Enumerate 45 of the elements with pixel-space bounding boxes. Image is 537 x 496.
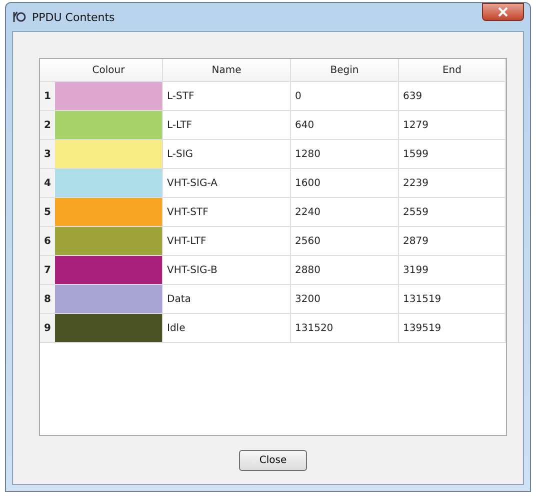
table-cell: 1280	[295, 148, 320, 160]
row-number: 5	[40, 198, 55, 226]
table-cell: 640	[295, 120, 314, 130]
table-cell: L-STF	[167, 90, 194, 102]
row-number: 8	[40, 285, 55, 313]
table-cell: L-SIG	[167, 148, 194, 160]
table-cell: VHT-SIG-B	[167, 264, 218, 276]
table-cell: VHT-SIG-A	[167, 178, 218, 188]
column-header[interactable]: Begin	[291, 59, 399, 81]
table-cell: 2560	[295, 236, 320, 246]
table-cell: 1600	[295, 178, 320, 188]
window-title: PPDU Contents	[32, 10, 116, 24]
close-button[interactable]	[482, 3, 524, 21]
column-header[interactable]: Name	[163, 59, 291, 81]
table-cell: 2559	[403, 206, 428, 218]
table-cell: Data	[167, 294, 191, 304]
table-cell: 3199	[403, 264, 428, 276]
table-cell: 2239	[403, 178, 428, 188]
table-cell: VHT-STF	[167, 206, 208, 218]
table-cell: 1599	[403, 148, 428, 160]
row-number: 7	[40, 256, 55, 284]
close-icon	[498, 7, 508, 17]
row-number: 2	[40, 111, 55, 139]
table-cell: VHT-LTF	[167, 236, 206, 246]
row-number: 4	[40, 169, 55, 197]
app-icon	[12, 10, 26, 24]
table-cell: 3200	[295, 294, 320, 304]
row-number: 9	[40, 314, 55, 342]
column-header[interactable]: End	[399, 59, 506, 81]
table-cell: 139519	[403, 322, 442, 334]
close-dialog-button[interactable]: Close	[239, 450, 307, 470]
table-cell: 0	[295, 90, 302, 102]
row-number: 1	[40, 82, 55, 110]
row-number: 6	[40, 227, 55, 255]
column-header[interactable]: Colour	[55, 59, 163, 81]
table-cell: L-LTF	[167, 120, 192, 130]
table-cell: 639	[403, 90, 422, 102]
row-number: 3	[40, 140, 55, 168]
table-cell: 1279	[403, 120, 428, 130]
table-cell: Idle	[167, 322, 186, 334]
table-cell: 131520	[295, 322, 334, 334]
table-cell: 2880	[295, 264, 320, 276]
table-cell: 131519	[403, 294, 442, 304]
table-cell: 2240	[295, 206, 320, 218]
table-cell: 2879	[403, 236, 428, 246]
